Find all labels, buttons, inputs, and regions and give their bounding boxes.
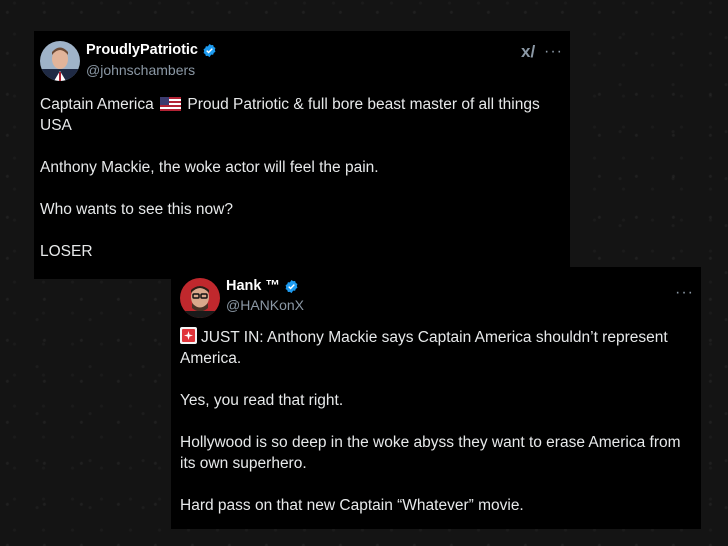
more-options-icon[interactable]: ··· xyxy=(544,43,563,61)
tweet-paragraph: Yes, you read that right. xyxy=(180,392,344,409)
verified-badge-icon xyxy=(285,279,298,293)
tweet-text-span: its own superhero. xyxy=(180,455,307,472)
more-options-icon[interactable]: ··· xyxy=(675,284,694,302)
tweet-text-span: Hollywood is so deep in the woke abyss t… xyxy=(180,434,681,451)
tweet-text-span: USA xyxy=(40,117,72,134)
verified-badge-icon xyxy=(203,43,216,57)
display-name-text[interactable]: ProudlyPatriotic xyxy=(86,42,198,58)
tweet-paragraph: Hard pass on that new Captain “Whatever”… xyxy=(180,497,524,514)
handle[interactable]: @johnschambers xyxy=(86,62,195,78)
tweet-text: JUST IN: Anthony Mackie says Captain Ame… xyxy=(180,327,700,516)
tweet-paragraph: JUST IN: Anthony Mackie says Captain Ame… xyxy=(180,327,700,369)
grok-icon[interactable]: x/ xyxy=(521,42,535,62)
siren-icon xyxy=(180,327,197,344)
display-name[interactable]: Hank ™ xyxy=(226,278,299,294)
handle[interactable]: @HANKonX xyxy=(226,297,304,313)
tweet-card-hank[interactable]: Hank ™ @HANKonX ··· JUST IN: Anthony Mac… xyxy=(171,267,701,529)
avatar[interactable] xyxy=(40,41,80,81)
tweet-text-span: JUST IN: Anthony Mackie says Captain Ame… xyxy=(201,329,668,346)
tweet-paragraph: Who wants to see this now? xyxy=(40,201,233,218)
tweet-text: Captain America Proud Patriotic & full b… xyxy=(40,94,565,262)
tweet-text-span: Captain America xyxy=(40,96,154,113)
us-flag-icon xyxy=(160,97,182,111)
avatar[interactable] xyxy=(180,278,220,318)
display-name-text[interactable]: Hank ™ xyxy=(226,278,280,294)
tweet-text-span: America. xyxy=(180,350,242,367)
tweet-paragraph: Hollywood is so deep in the woke abyss t… xyxy=(180,432,700,474)
tweet-paragraph: Captain America Proud Patriotic & full b… xyxy=(40,94,565,136)
tweet-paragraph: Anthony Mackie, the woke actor will feel… xyxy=(40,159,379,176)
tweet-card-proudlypatriotic[interactable]: ProudlyPatriotic @johnschambers x/ ··· C… xyxy=(34,31,570,279)
tweet-paragraph: LOSER xyxy=(40,243,93,260)
tweet-text-span: Proud Patriotic & full bore beast master… xyxy=(187,96,540,113)
display-name[interactable]: ProudlyPatriotic xyxy=(86,42,217,58)
